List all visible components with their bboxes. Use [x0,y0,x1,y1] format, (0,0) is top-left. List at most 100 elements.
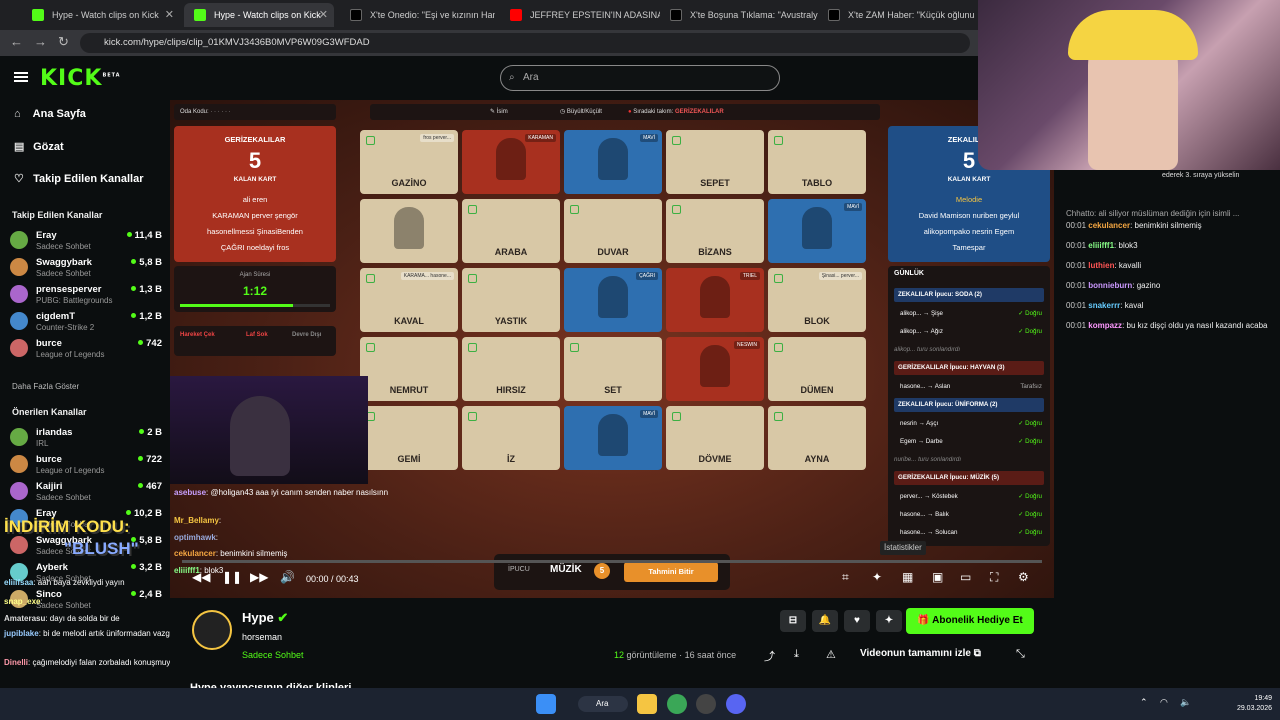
log-text: hasone... → Balık [900,511,949,518]
clip-info: Hype ✔ horseman Sadece Sohbet ⊟ 🔔 ♥ ✦ 🎁 … [170,598,1054,688]
clip-age: 16 saat önce [684,650,737,660]
watch-full-link[interactable]: Videonun tamamını izle ⧉ [860,648,981,659]
viewer-count: 722 [138,454,162,465]
bell-icon[interactable]: 🔔 [812,610,838,632]
wifi-icon[interactable]: ◠ [1160,697,1168,708]
menu-icon[interactable] [14,72,28,82]
nav-following[interactable]: ♡ Takip Edilen Kanallar [14,172,144,185]
chat-username[interactable]: bonnieburn [1088,281,1132,290]
show-more-link[interactable]: Daha Fazla Göster [12,382,79,391]
file-explorer-icon[interactable] [637,694,657,714]
word-card: MAVİ [768,199,866,263]
follow-heart-icon[interactable]: ♥ [844,610,870,632]
channel-name-row[interactable]: Hype ✔ [242,610,288,626]
discord-icon[interactable] [726,694,746,714]
stats-icon[interactable]: ▦ [902,570,913,584]
volume-icon[interactable]: 🔊 [280,570,295,584]
windows-start-icon[interactable] [536,694,556,714]
forward-icon[interactable]: → [34,34,47,49]
collapse-icon[interactable]: ⤡ [1016,648,1025,661]
agent-portrait [802,207,832,249]
tab-4[interactable]: JEFFREY EPSTEIN'IN ADASINA G [500,3,660,27]
card-word: AYNA [804,454,830,464]
word-card [360,199,458,263]
chrome-icon[interactable] [667,694,687,714]
chat-username[interactable]: cekulancer [1088,221,1130,230]
channel-item[interactable]: irlandas IRL 2 B [10,425,162,451]
channel-item[interactable]: burce League of Legends 742 [10,336,162,362]
channel-item[interactable]: Swaggybark Sadece Sohbet 5,8 B [10,255,162,281]
back-icon[interactable]: ← [10,34,23,49]
tab-6[interactable]: X'te ZAM Haber: "Küçük oğlunu [818,3,976,27]
crop-icon[interactable]: ⌗ [842,570,849,585]
chat-username[interactable]: eliiifff1 [1088,241,1114,250]
channel-avatar[interactable] [192,610,232,650]
mod-icon[interactable]: ⊟ [780,610,806,632]
streamer-figure [230,396,290,476]
kick-logo[interactable]: KICKBETA [40,66,121,91]
clip-category[interactable]: Sadece Sohbet [242,650,304,660]
word-card: GEMİ [360,406,458,470]
close-tab-icon[interactable]: ✕ [319,3,328,27]
speaker-icon[interactable]: 🔈 [1180,697,1191,708]
close-tab-icon[interactable]: ✕ [165,3,174,27]
overlay-chat-line: asebuse: @holigan43 aaa iyi canım senden… [174,488,388,497]
video-player[interactable]: Oda Kodu: · · · · · · ✎ İsim ◷ Büyült/Kü… [170,100,1054,598]
channel-item[interactable]: Eray Sadece Sohbet 11,4 B [10,228,162,254]
gift-sub-label: Abonelik Hediye Et [932,615,1023,626]
channel-item[interactable]: Kaijiri Sadece Sohbet 467 [10,479,162,505]
settings-icon[interactable]: ⚙ [1018,570,1029,584]
tab-label: X'te Boşuna Tıklama: "Avustraly [690,10,818,20]
channel-item[interactable]: burce League of Legends 722 [10,452,162,478]
channel-avatar [10,455,28,473]
channel-name: burce [36,454,62,465]
tab-1[interactable]: Hype - Watch clips on Kick ✕ [22,3,180,27]
chat-username[interactable]: snakerrr [1088,301,1120,310]
tray-chevron-icon[interactable]: ⌃ [1140,697,1148,708]
pip-icon[interactable]: ▣ [932,570,943,584]
search-input[interactable]: ⌕ Ara [500,65,780,91]
recommended-header: Önerilen Kanallar [12,407,87,417]
rewind-icon[interactable]: ◀◀ [192,570,210,584]
word-card: BİZANS [666,199,764,263]
chat-username[interactable]: luthien [1088,261,1114,270]
log-result: ✓ Doğru [1018,328,1042,335]
channel-item[interactable]: cigdemT Counter-Strike 2 1,2 B [10,309,162,335]
nav-browse[interactable]: ▤ Gözat [14,140,64,153]
download-icon[interactable]: ⤓ [794,648,799,661]
overlay-chat-line: jupiblake: bi de melodi artık üniformada… [4,629,191,638]
progress-bar[interactable] [182,560,1042,563]
fullscreen-icon[interactable]: ⛶ [990,570,998,585]
forward-icon[interactable]: ▶▶ [250,570,268,584]
overlay-chat-user: eliiifsaa [4,578,34,587]
tab-5[interactable]: X'te Boşuna Tıklama: "Avustraly [660,3,818,27]
channel-item[interactable]: prensesperver PUBG: Battlegrounds 1,3 B [10,282,162,308]
pikachu-hat [1068,10,1198,60]
nav-home[interactable]: ⌂ Ana Sayfa [14,108,86,120]
pause-icon[interactable]: ❚❚ [222,570,242,584]
tab-2-active[interactable]: Hype - Watch clips on Kick ✕ [184,3,334,27]
overlay-chat-text: : [218,516,222,525]
word-card: TRIEL [666,268,764,332]
report-icon[interactable]: ⚠ [826,648,836,661]
channel-category: IRL [36,439,49,448]
sparkle-icon[interactable]: ✦ [872,570,882,584]
taskbar-search[interactable]: Ara [578,696,628,712]
chat-username[interactable]: kompazz [1088,321,1122,330]
viewer-count: 11,4 B [127,230,162,241]
word-card: KARAMAN [462,130,560,194]
tab-3[interactable]: X'te Onedio: "Eşi ve kızının Han [340,3,495,27]
red-team-players: ali eren KARAMAN perver şengör hasonellm… [180,192,330,256]
agent-portrait [700,276,730,318]
app-icon[interactable] [696,694,716,714]
gift-sub-button[interactable]: 🎁 Abonelik Hediye Et [906,608,1034,634]
action-move: Hareket Çek [180,332,215,338]
log-result: Tarafsız [1020,383,1042,390]
red-team-count: 5 [248,148,262,173]
reload-icon[interactable]: ↻ [58,34,69,50]
url-input[interactable]: kick.com/hype/clips/clip_01KMVJ3436B0MVP… [80,33,970,53]
gift-sparkle-icon[interactable]: ✦ [876,610,902,632]
theater-icon[interactable]: ▭ [960,570,971,584]
share-icon[interactable]: ⤴ [764,648,775,664]
card-word: ARABA [494,247,528,257]
